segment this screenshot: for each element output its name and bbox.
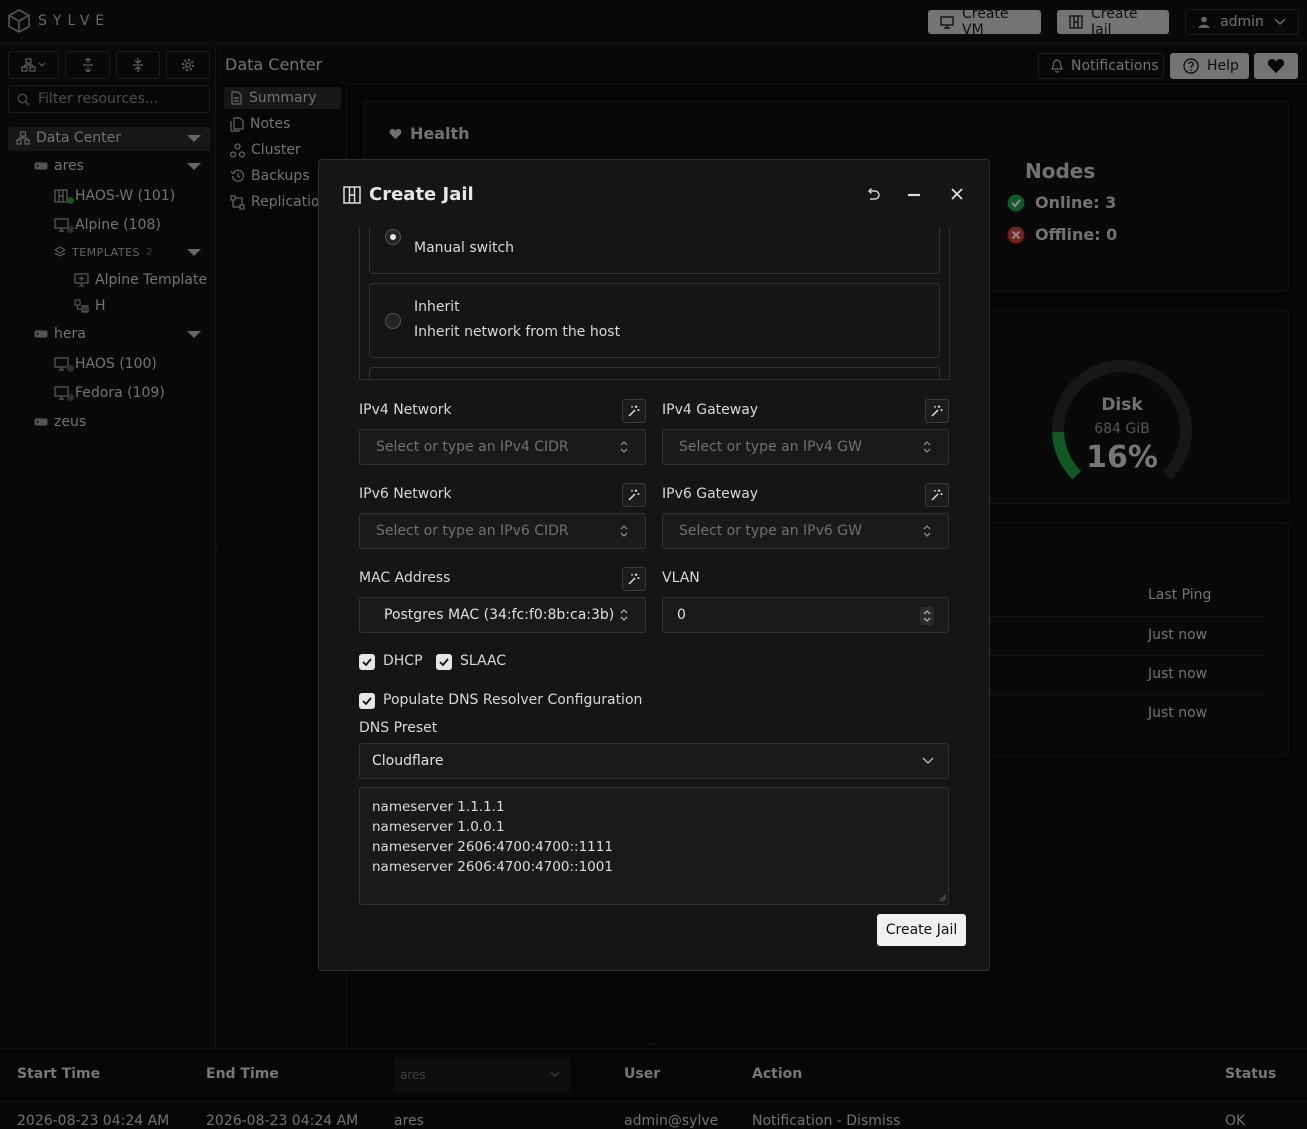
ipv4-gateway-generate-button[interactable] [925, 399, 949, 423]
ipv4-network-generate-button[interactable] [622, 399, 646, 423]
vlan-stepper[interactable] [920, 607, 934, 625]
chevron-updown-icon [922, 440, 932, 454]
inherit-title: Inherit [414, 299, 460, 315]
ipv6-gateway-select[interactable]: Select or type an IPv6 GW [662, 513, 949, 549]
mac-address-label: MAC Address [359, 570, 451, 586]
magic-wand-icon [628, 573, 640, 585]
vlan-input[interactable]: 0 [662, 597, 949, 633]
ipv4-network-label: IPv4 Network [359, 402, 452, 418]
inherit-description: Inherit network from the host [414, 324, 621, 340]
ipv6-network-label: IPv6 Network [359, 486, 452, 502]
slaac-label: SLAAC [460, 653, 507, 669]
dns-preset-select[interactable]: Cloudflare [359, 743, 949, 779]
jail-icon [343, 185, 361, 204]
chevron-updown-icon [619, 440, 629, 454]
dns-preset-label: DNS Preset [359, 720, 438, 736]
ipv6-gateway-label: IPv6 Gateway [662, 486, 759, 502]
dialog-title: Create Jail [343, 184, 474, 205]
switch-options-list[interactable]: Manual switch Inherit Inherit network fr… [359, 227, 950, 380]
dns-config-textarea[interactable]: nameserver 1.1.1.1 nameserver 1.0.0.1 na… [359, 787, 949, 905]
option-next[interactable] [369, 367, 940, 379]
chevron-updown-icon [619, 524, 629, 538]
magic-wand-icon [931, 489, 943, 501]
ipv6-network-generate-button[interactable] [622, 483, 646, 507]
close-icon[interactable] [951, 188, 963, 200]
radio-manual-switch[interactable] [385, 229, 401, 245]
ipv6-network-select[interactable]: Select or type an IPv6 CIDR [359, 513, 646, 549]
radio-inherit[interactable] [385, 313, 401, 329]
resize-grip-icon[interactable] [939, 894, 947, 902]
ipv4-network-select[interactable]: Select or type an IPv4 CIDR [359, 429, 646, 465]
create-jail-submit-button[interactable]: Create Jail [877, 914, 966, 946]
ipv4-gateway-label: IPv4 Gateway [662, 402, 759, 418]
dhcp-label: DHCP [383, 653, 423, 669]
ipv6-gateway-generate-button[interactable] [925, 483, 949, 507]
chevron-down-icon [922, 757, 934, 765]
manual-switch-label: Manual switch [414, 240, 515, 256]
mac-address-select[interactable]: Postgres MAC (34:fc:f0:8b:ca:3b) [359, 597, 646, 633]
create-jail-dialog: Create Jail Manual switch Inherit Inheri… [318, 159, 990, 971]
option-inherit[interactable] [369, 283, 940, 358]
mac-generate-button[interactable] [622, 567, 646, 591]
populate-dns-label: Populate DNS Resolver Configuration [383, 692, 643, 708]
populate-dns-checkbox[interactable] [359, 693, 375, 709]
chevron-updown-icon [619, 608, 629, 622]
ipv4-gateway-select[interactable]: Select or type an IPv4 GW [662, 429, 949, 465]
magic-wand-icon [628, 405, 640, 417]
vlan-label: VLAN [662, 570, 700, 586]
magic-wand-icon [628, 489, 640, 501]
minimize-icon[interactable] [907, 193, 921, 197]
chevron-updown-icon [922, 524, 932, 538]
magic-wand-icon [931, 405, 943, 417]
slaac-checkbox[interactable] [436, 654, 452, 670]
reset-icon[interactable] [865, 186, 881, 202]
dhcp-checkbox[interactable] [359, 654, 375, 670]
